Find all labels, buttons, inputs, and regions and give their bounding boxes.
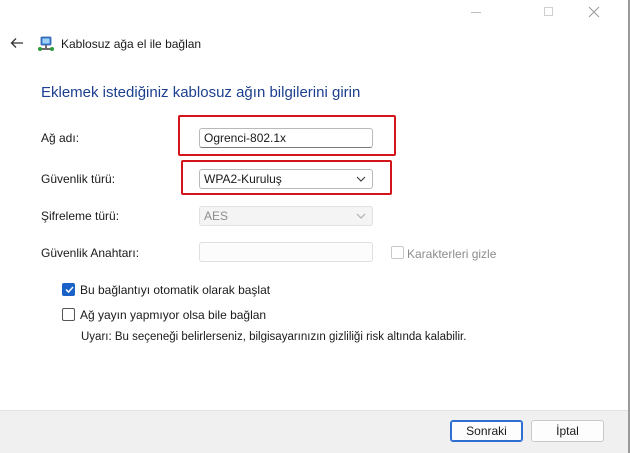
auto-start-label: Bu bağlantıyı otomatik olarak başlat — [80, 283, 271, 297]
chevron-down-icon — [356, 213, 366, 219]
security-type-highlight — [181, 160, 392, 195]
connect-hidden-label: Ağ yayın yapmıyor olsa bile bağlan — [80, 308, 267, 322]
cancel-button[interactable]: İptal — [531, 420, 604, 442]
security-type-label: Güvenlik türü: — [41, 172, 116, 186]
auto-start-checkbox[interactable] — [62, 283, 75, 296]
encryption-type-dropdown[interactable]: AES — [199, 206, 373, 226]
encryption-type-label: Şifreleme türü: — [41, 209, 120, 223]
network-name-highlight — [178, 115, 396, 156]
minimize-icon — [471, 12, 481, 14]
hide-characters-label: Karakterleri gizle — [407, 247, 497, 261]
hide-characters-checkbox[interactable] — [391, 246, 404, 259]
network-icon — [37, 35, 55, 53]
security-key-input[interactable] — [199, 242, 373, 262]
page-heading: Eklemek istediğiniz kablosuz ağın bilgil… — [41, 84, 361, 101]
checkmark-icon — [65, 286, 74, 294]
back-arrow-icon — [10, 38, 23, 48]
privacy-warning: Uyarı: Bu seçeneği belirlerseniz, bilgis… — [81, 331, 467, 343]
maximize-icon — [543, 7, 553, 16]
maximize-button[interactable] — [538, 4, 558, 20]
close-icon — [588, 6, 600, 18]
security-key-label: Güvenlik Anahtarı: — [41, 246, 140, 260]
back-button[interactable] — [9, 35, 25, 51]
network-name-label: Ağ adı: — [41, 131, 80, 145]
connect-hidden-checkbox[interactable] — [62, 308, 75, 321]
minimize-button[interactable] — [466, 4, 486, 20]
encryption-type-value: AES — [204, 209, 229, 223]
next-button[interactable]: Sonraki — [450, 420, 523, 442]
close-button[interactable] — [584, 4, 604, 20]
dialog-footer: Sonraki İptal — [0, 410, 628, 453]
dialog-window: Kablosuz ağa el ile bağlan Eklemek isted… — [0, 0, 630, 453]
window-title: Kablosuz ağa el ile bağlan — [61, 37, 202, 51]
